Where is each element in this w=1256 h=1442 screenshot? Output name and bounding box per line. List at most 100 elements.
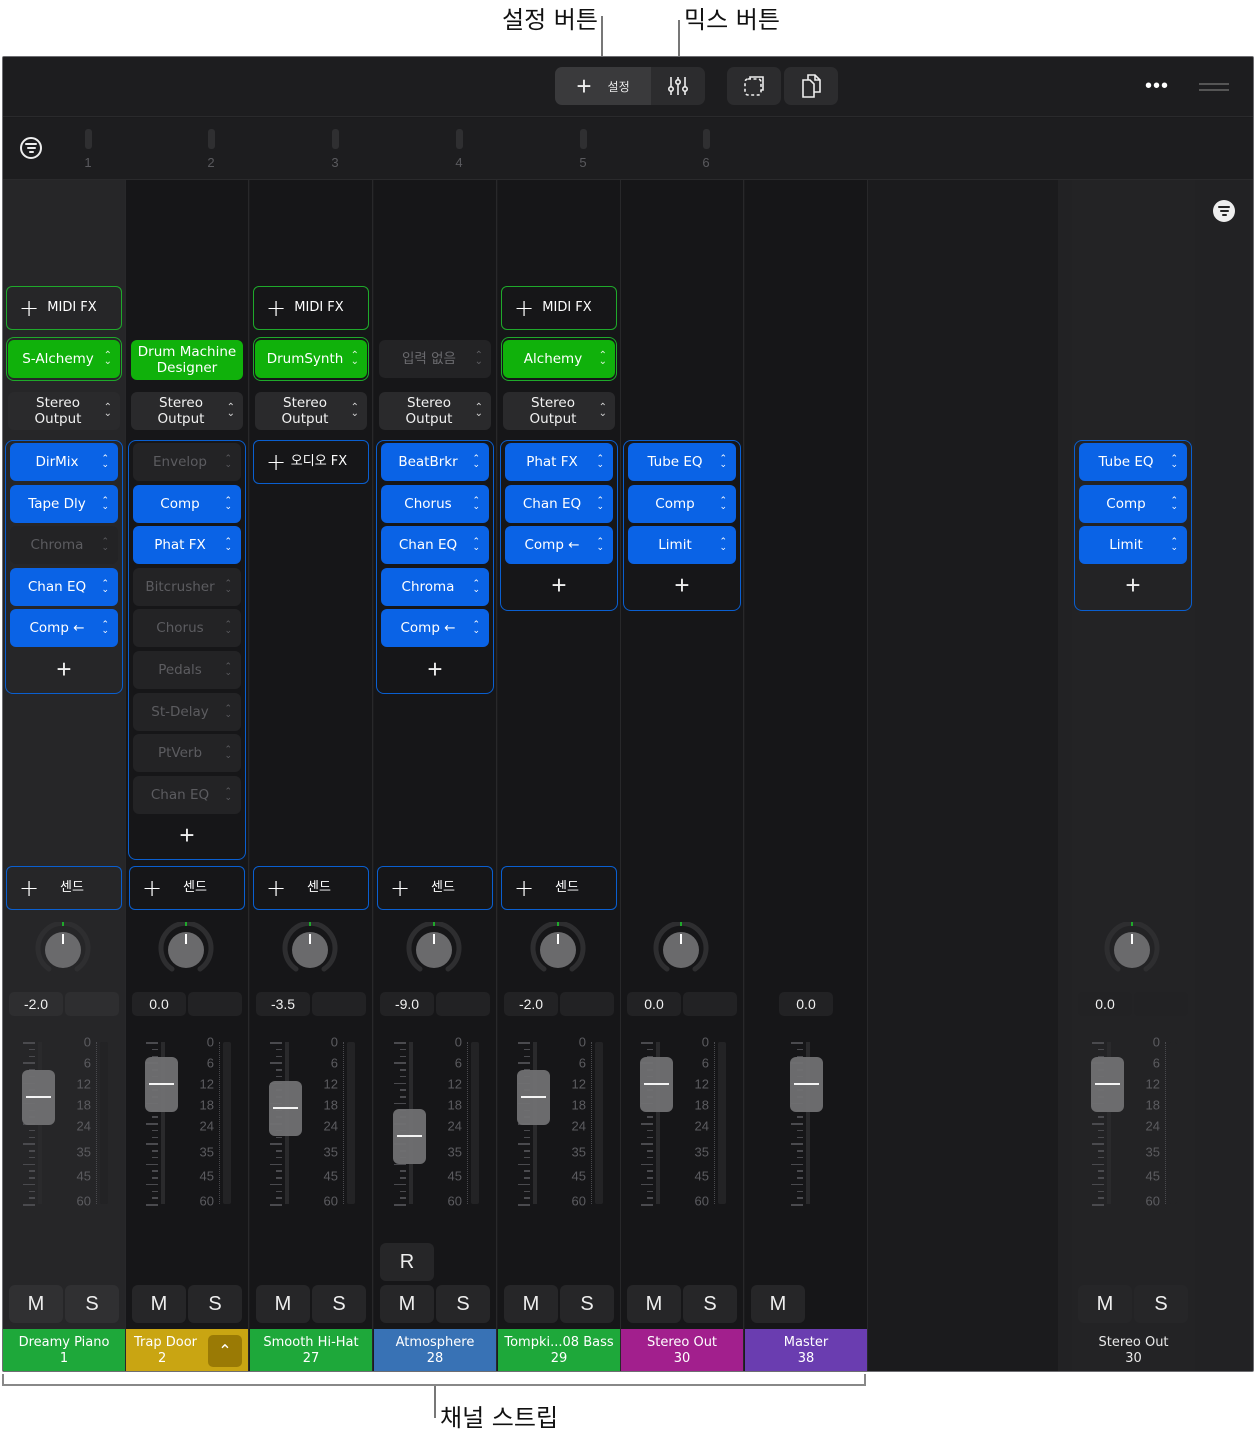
fx-plugin-slot[interactable]: Tube EQ ⌃ ⌄ <box>1079 443 1187 481</box>
fx-plugin-slot[interactable]: DirMix ⌃ ⌄ <box>10 443 118 481</box>
solo-button[interactable]: S <box>1134 1285 1188 1323</box>
fx-plugin-slot[interactable]: Limit ⌃ ⌄ <box>628 526 736 565</box>
fx-plugin-slot[interactable]: Chan EQ ⌃ ⌄ <box>381 526 489 565</box>
pan-knob[interactable] <box>282 922 338 978</box>
volume-value[interactable]: -9.0 <box>380 992 434 1016</box>
send-button[interactable]: + 센드 <box>377 866 493 910</box>
fx-plugin-slot[interactable]: Phat FX ⌃ ⌄ <box>133 526 241 565</box>
solo-button[interactable]: S <box>65 1285 119 1323</box>
fader-handle[interactable] <box>517 1070 550 1126</box>
ruler-marker[interactable] <box>208 129 215 149</box>
fx-plugin-slot[interactable]: Chroma ⌃ ⌄ <box>10 526 118 565</box>
fx-plugin-slot[interactable]: Comp ⌃ ⌄ <box>1079 484 1187 523</box>
instrument-slot[interactable]: DrumSynth ⌃ ⌄ <box>255 340 367 378</box>
volume-value[interactable]: 0.0 <box>779 992 833 1016</box>
ruler-marker[interactable] <box>456 129 463 149</box>
fx-plugin-slot[interactable]: Comp ⌃ ⌄ <box>628 484 736 523</box>
volume-value[interactable]: -3.5 <box>256 992 310 1016</box>
mute-button[interactable]: M <box>380 1285 434 1323</box>
fx-plugin-slot[interactable]: Phat FX ⌃ ⌄ <box>505 443 613 481</box>
midi-fx-button[interactable]: + MIDI FX <box>6 286 122 330</box>
panel-filter-icon[interactable] <box>1213 200 1235 222</box>
volume-fader[interactable] <box>785 1042 885 1212</box>
volume-value[interactable]: 0.0 <box>627 992 681 1016</box>
record-button[interactable]: R <box>380 1243 434 1281</box>
fx-plugin-slot[interactable]: Tube EQ ⌃ ⌄ <box>628 443 736 481</box>
mute-button[interactable]: M <box>504 1285 558 1323</box>
fader-handle[interactable] <box>393 1108 426 1164</box>
add-fx-button[interactable]: + <box>377 651 493 687</box>
instrument-slot[interactable]: S-Alchemy ⌃ ⌄ <box>8 340 120 378</box>
send-button[interactable]: + 센드 <box>253 866 369 910</box>
fx-plugin-slot[interactable]: Chorus ⌃ ⌄ <box>133 609 241 648</box>
track-name-bar[interactable]: Atmosphere 28 <box>374 1329 496 1371</box>
mute-button[interactable]: M <box>627 1285 681 1323</box>
fader-handle[interactable] <box>269 1081 302 1137</box>
fx-plugin-slot[interactable]: Chroma ⌃ ⌄ <box>381 567 489 606</box>
track-name-bar[interactable]: Smooth Hi-Hat 27 <box>250 1329 372 1371</box>
send-button[interactable]: + 센드 <box>6 866 122 910</box>
fx-plugin-slot[interactable]: BeatBrkr ⌃ ⌄ <box>381 443 489 481</box>
pan-knob[interactable] <box>1104 922 1160 978</box>
pan-knob[interactable] <box>35 922 91 978</box>
track-name-bar[interactable]: Dreamy Piano 1 <box>3 1329 125 1371</box>
track-name-bar[interactable]: Tompki...08 Bass 29 <box>498 1329 620 1371</box>
volume-fader[interactable]: 0 6 12 18 24 35 45 60 <box>17 1035 117 1212</box>
fx-plugin-slot[interactable]: St-Delay ⌃ ⌄ <box>133 692 241 731</box>
output-slot[interactable]: Stereo Output ⌃ ⌄ <box>379 392 491 430</box>
mute-button[interactable]: M <box>751 1285 805 1323</box>
fx-plugin-slot[interactable]: Chan EQ ⌃ ⌄ <box>10 567 118 606</box>
volume-value[interactable]: 0.0 <box>132 992 186 1016</box>
instrument-slot[interactable]: 입력 없음 ⌃ ⌄ <box>379 340 491 378</box>
add-fx-button[interactable]: + <box>501 568 617 604</box>
ruler-marker[interactable] <box>332 129 339 149</box>
fader-handle[interactable] <box>22 1070 55 1126</box>
drag-handle-icon[interactable] <box>1199 83 1229 91</box>
send-button[interactable]: + 센드 <box>501 866 617 910</box>
expand-button[interactable]: ⌃ <box>208 1335 242 1367</box>
solo-button[interactable]: S <box>312 1285 366 1323</box>
fx-plugin-slot[interactable]: Bitcrusher ⌃ ⌄ <box>133 567 241 606</box>
volume-value[interactable]: 0.0 <box>1078 992 1132 1016</box>
ruler-marker[interactable] <box>703 129 710 149</box>
volume-fader[interactable]: 0 6 12 18 24 35 45 60 <box>1086 1035 1186 1212</box>
fx-plugin-slot[interactable]: PtVerb ⌃ ⌄ <box>133 734 241 773</box>
output-slot[interactable]: Stereo Output ⌃ ⌄ <box>131 392 243 430</box>
midi-fx-button[interactable]: + MIDI FX <box>501 286 617 330</box>
settings-button[interactable]: + 설정 <box>555 67 651 105</box>
volume-value[interactable]: -2.0 <box>504 992 558 1016</box>
fader-handle[interactable] <box>640 1057 673 1113</box>
ruler-marker[interactable] <box>580 129 587 149</box>
track-name-bar[interactable]: Master 38 <box>745 1329 867 1371</box>
pan-knob[interactable] <box>530 922 586 978</box>
filter-icon[interactable] <box>20 137 42 159</box>
fx-plugin-slot[interactable]: Tape Dly ⌃ ⌄ <box>10 484 118 523</box>
volume-fader[interactable]: 0 6 12 18 24 35 45 60 <box>264 1035 364 1212</box>
output-slot[interactable]: Stereo Output ⌃ ⌄ <box>503 392 615 430</box>
fx-plugin-slot[interactable]: Chan EQ ⌃ ⌄ <box>133 775 241 814</box>
select-button[interactable] <box>727 67 781 105</box>
fx-plugin-slot[interactable]: Envelop ⌃ ⌄ <box>133 443 241 481</box>
volume-value[interactable]: -2.0 <box>9 992 63 1016</box>
fx-plugin-slot[interactable]: Limit ⌃ ⌄ <box>1079 526 1187 565</box>
ruler-marker[interactable] <box>85 129 92 149</box>
mute-button[interactable]: M <box>1078 1285 1132 1323</box>
audio-fx-button[interactable]: + 오디오 FX <box>253 440 369 484</box>
fx-plugin-slot[interactable]: Chorus ⌃ ⌄ <box>381 484 489 523</box>
fx-plugin-slot[interactable]: Chan EQ ⌃ ⌄ <box>505 484 613 523</box>
pan-knob[interactable] <box>158 922 214 978</box>
volume-fader[interactable]: 0 6 12 18 24 35 45 60 <box>635 1035 735 1212</box>
fx-plugin-slot[interactable]: Comp ⌃ ⌄ <box>133 484 241 523</box>
mute-button[interactable]: M <box>256 1285 310 1323</box>
fx-plugin-slot[interactable]: Comp ← ⌃ ⌄ <box>381 609 489 648</box>
fader-handle[interactable] <box>1091 1057 1124 1113</box>
mix-button[interactable] <box>651 67 705 105</box>
fx-plugin-slot[interactable]: Comp ← ⌃ ⌄ <box>10 609 118 648</box>
solo-button[interactable]: S <box>188 1285 242 1323</box>
fader-handle[interactable] <box>145 1057 178 1113</box>
instrument-slot[interactable]: Alchemy ⌃ ⌄ <box>503 340 615 378</box>
more-icon[interactable]: ••• <box>1145 76 1169 96</box>
fx-plugin-slot[interactable]: Pedals ⌃ ⌄ <box>133 651 241 689</box>
output-slot[interactable]: Stereo Output ⌃ ⌄ <box>8 392 120 430</box>
add-fx-button[interactable]: + <box>129 817 245 853</box>
